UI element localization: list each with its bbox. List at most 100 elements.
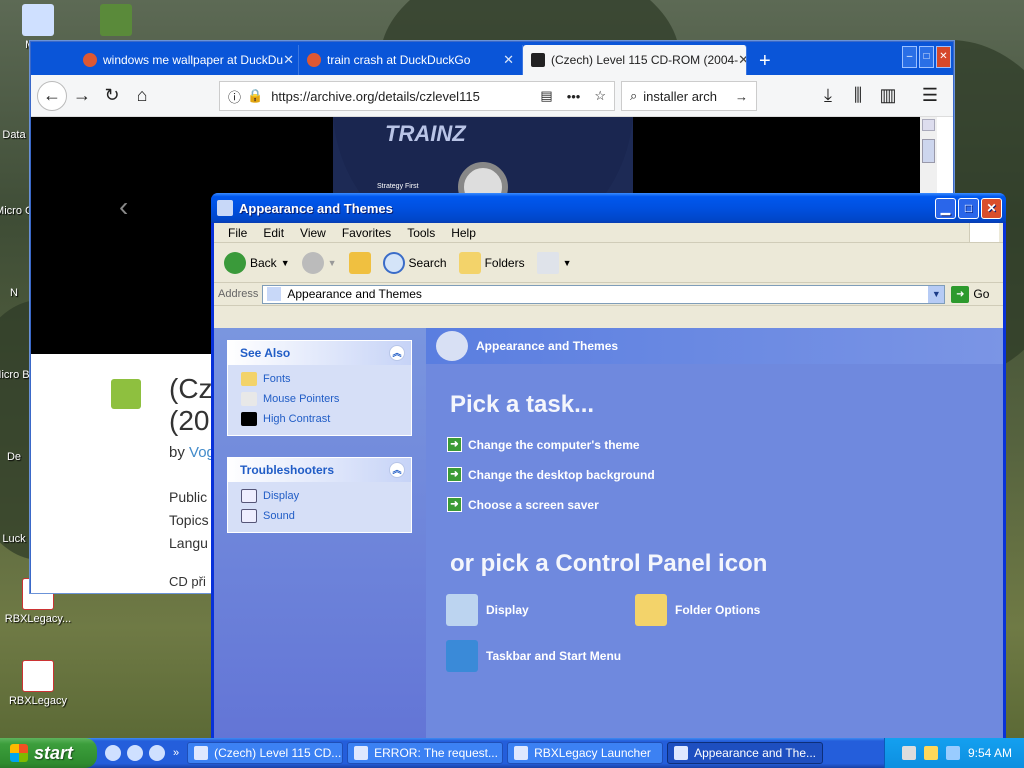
security-shield-icon[interactable] <box>923 746 938 760</box>
category-header: Appearance and Themes <box>426 328 1003 364</box>
reload-button[interactable]: ↻ <box>97 81 127 111</box>
views-button[interactable]: ▼ <box>533 250 576 276</box>
troubleshooter-sound[interactable]: Sound <box>228 506 411 526</box>
back-button[interactable]: ← <box>37 80 67 111</box>
sidebar-icon[interactable]: ▥ <box>873 81 903 111</box>
url-text: https://archive.org/details/czlevel115 <box>271 88 480 104</box>
folders-button[interactable]: Folders <box>455 250 529 276</box>
close-tab-icon[interactable]: ✕ <box>503 52 514 68</box>
network-icon[interactable] <box>945 746 960 760</box>
address-dropdown-icon[interactable]: ▼ <box>928 285 945 303</box>
scroll-thumb[interactable] <box>922 139 935 163</box>
internet-explorer-icon[interactable] <box>105 745 121 761</box>
task-arrow-icon: ➜ <box>447 467 462 482</box>
close-tab-icon[interactable]: ✕ <box>283 52 294 68</box>
troubleshooters-header[interactable]: Troubleshooters ︽ <box>228 458 411 482</box>
taskbar-button-appearance[interactable]: Appearance and The... <box>667 742 824 764</box>
close-button[interactable]: ✕ <box>936 46 951 68</box>
display-icon <box>446 594 478 626</box>
start-button[interactable]: start <box>0 738 97 768</box>
back-dropdown-icon[interactable]: ▼ <box>281 258 290 268</box>
see-also-mouse-pointers[interactable]: Mouse Pointers <box>228 389 411 409</box>
rbxlegacy-shortcut-icon <box>22 660 54 692</box>
tab-archive-czech[interactable]: (Czech) Level 115 CD-ROM (2004-✕ <box>523 45 747 75</box>
reader-view-icon[interactable]: ▤ <box>540 88 552 104</box>
cp-icon-display[interactable]: Display <box>446 594 529 626</box>
page-actions-icon[interactable]: ••• <box>567 89 581 104</box>
media-player-icon[interactable] <box>149 745 165 761</box>
folder-options-icon <box>635 594 667 626</box>
menu-view[interactable]: View <box>292 226 334 240</box>
menu-icon[interactable]: ☰ <box>915 81 945 111</box>
menu-favorites[interactable]: Favorites <box>334 226 399 240</box>
collapse-icon[interactable]: ︽ <box>389 462 405 478</box>
taskbar-button-rbxlegacy[interactable]: RBXLegacy Launcher <box>507 742 664 764</box>
archive-icon <box>531 53 545 67</box>
collapse-icon[interactable]: ︽ <box>389 345 405 361</box>
maximize-button[interactable]: □ <box>958 197 979 219</box>
see-also-high-contrast[interactable]: High Contrast <box>228 409 411 429</box>
close-tab-icon[interactable]: ✕ <box>738 52 746 68</box>
quick-launch-chevron-icon[interactable]: » <box>173 747 179 759</box>
forward-dropdown-icon[interactable]: ▼ <box>328 258 337 268</box>
menu-tools[interactable]: Tools <box>399 226 443 240</box>
views-icon <box>536 251 559 274</box>
views-dropdown-icon[interactable]: ▼ <box>563 258 572 268</box>
maximize-button[interactable]: □ <box>919 46 934 68</box>
troubleshooter-display[interactable]: Display <box>228 486 411 506</box>
high-contrast-icon <box>241 412 257 426</box>
go-button[interactable]: ➜ Go <box>951 285 989 303</box>
menu-help[interactable]: Help <box>443 226 484 240</box>
task-change-background[interactable]: ➜ Change the desktop background <box>447 467 655 482</box>
help-icon <box>241 489 257 503</box>
search-bar[interactable]: ⌕ installer arch → <box>621 81 757 111</box>
scroll-up-button[interactable] <box>922 119 935 131</box>
tab-duckduckgo-train[interactable]: train crash at DuckDuckGo ✕ <box>299 45 523 75</box>
menu-edit[interactable]: Edit <box>255 226 292 240</box>
close-button[interactable]: ✕ <box>981 197 1002 219</box>
previous-image-icon[interactable]: ‹ <box>119 191 128 223</box>
keyboard-icon[interactable] <box>901 746 916 760</box>
folder-icon <box>0 94 30 126</box>
search-button[interactable]: Search <box>379 250 451 276</box>
back-button[interactable]: Back ▼ <box>220 250 294 276</box>
tab-strip: windows me wallpaper at DuckDu ✕ train cr… <box>31 42 953 75</box>
pick-task-heading: Pick a task... <box>450 391 595 418</box>
download-icon[interactable]: ⤓ <box>813 81 843 111</box>
address-field[interactable]: Appearance and Themes ▼ <box>262 284 946 304</box>
info-icon[interactable]: ⓘ <box>228 87 241 106</box>
control-panel-icon <box>267 287 282 301</box>
metadata: Public Topics Langu <box>169 489 209 551</box>
task-change-theme[interactable]: ➜ Change the computer's theme <box>447 437 640 452</box>
library-icon[interactable]: ⫼ <box>843 81 873 111</box>
task-arrow-icon: ➜ <box>447 437 462 452</box>
desktop-icon-rbxlegacy[interactable]: RBXLegacy <box>0 660 78 707</box>
home-button[interactable]: ⌂ <box>127 81 157 111</box>
tab-duckduckgo-wallpaper[interactable]: windows me wallpaper at DuckDu ✕ <box>75 45 299 75</box>
taskbar-button-firefox[interactable]: (Czech) Level 115 CD... <box>187 742 344 764</box>
go-arrow-icon: ➜ <box>951 285 970 303</box>
page-title: (Cz (20 <box>169 373 213 436</box>
forward-button[interactable]: → <box>67 81 97 111</box>
task-screen-saver[interactable]: ➜ Choose a screen saver <box>447 497 599 512</box>
url-bar[interactable]: ⓘ 🔒 https://archive.org/details/czlevel1… <box>219 81 615 111</box>
see-also-fonts[interactable]: Fonts <box>228 369 411 389</box>
clock[interactable]: 9:54 AM <box>968 746 1012 760</box>
taskbar-button-error[interactable]: ERROR: The request... <box>347 742 504 764</box>
media-icon[interactable] <box>127 745 143 761</box>
bookmark-star-icon[interactable]: ☆ <box>594 88 606 104</box>
search-go-icon[interactable]: → <box>735 89 748 104</box>
new-tab-button[interactable]: + <box>759 47 771 75</box>
up-button[interactable] <box>345 250 375 276</box>
minimize-button[interactable]: – <box>902 46 917 68</box>
cp-icon-taskbar-start-menu[interactable]: Taskbar and Start Menu <box>446 640 621 672</box>
forward-button[interactable]: ▼ <box>298 250 341 276</box>
menu-file[interactable]: File <box>220 226 255 240</box>
see-also-header[interactable]: See Also ︽ <box>228 341 411 365</box>
desktop-icon-minecraft[interactable] <box>76 4 156 39</box>
cp-icon-folder-options[interactable]: Folder Options <box>635 594 760 626</box>
window-controls: – □ ✕ <box>902 46 951 68</box>
title-bar[interactable]: Appearance and Themes ▁ □ ✕ <box>211 193 1006 223</box>
menu-bar: File Edit View Favorites Tools Help <box>214 223 1003 243</box>
minimize-button[interactable]: ▁ <box>935 197 956 219</box>
